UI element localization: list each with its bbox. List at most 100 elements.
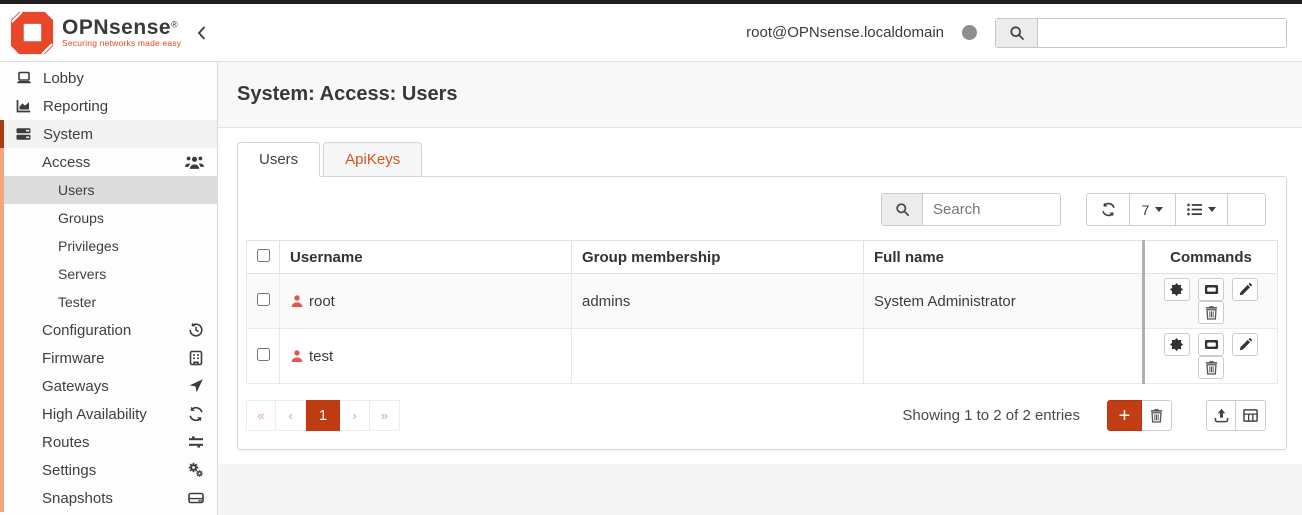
- sidebar-item-settings[interactable]: Settings: [0, 456, 217, 484]
- sidebar-item-firmware[interactable]: Firmware: [0, 344, 217, 372]
- row-checkbox[interactable]: [257, 348, 270, 361]
- registered-mark: ®: [171, 20, 178, 30]
- tab-users[interactable]: Users: [237, 142, 320, 177]
- certificate-button[interactable]: [1164, 333, 1190, 356]
- row-checkbox[interactable]: [257, 293, 270, 306]
- edit-button[interactable]: [1232, 333, 1258, 356]
- certificate-seal-icon: [1169, 337, 1184, 352]
- select-all-checkbox[interactable]: [257, 249, 270, 262]
- pencil-icon: [1238, 283, 1252, 297]
- user-icon: [290, 294, 304, 308]
- trash-icon: [1205, 360, 1218, 375]
- grid-footer: « ‹ 1 › » Showing 1 to 2 of 2 entries +: [238, 384, 1286, 449]
- footer-actions: Showing 1 to 2 of 2 entries +: [902, 400, 1266, 431]
- upload-button[interactable]: [1206, 400, 1236, 431]
- main-area: System: Access: Users Users ApiKeys: [218, 62, 1302, 515]
- hdd-icon: [188, 490, 204, 506]
- column-header-commands: Commands: [1144, 241, 1278, 274]
- routes-icon: [188, 434, 204, 450]
- certificate-button[interactable]: [1164, 278, 1190, 301]
- header-right: root@OPNsense.localdomain: [746, 18, 1287, 48]
- pagination-next-button[interactable]: ›: [340, 400, 370, 431]
- sidebar-item-high-availability[interactable]: High Availability: [0, 400, 217, 428]
- group-membership-cell: admins: [572, 274, 864, 329]
- sidebar-item-snapshots[interactable]: Snapshots: [0, 484, 217, 512]
- username-value: test: [309, 348, 333, 365]
- pagination-page-1-button[interactable]: 1: [306, 400, 340, 431]
- column-header-full-name[interactable]: Full name: [864, 241, 1144, 274]
- column-header-username[interactable]: Username: [280, 241, 572, 274]
- chart-area-icon: [15, 98, 32, 114]
- sidebar-item-lobby[interactable]: Lobby: [0, 64, 217, 92]
- history-icon: [188, 322, 204, 338]
- sidebar-item-gateways[interactable]: Gateways: [0, 372, 217, 400]
- page-size-value: 7: [1142, 202, 1150, 218]
- pagination-first-button[interactable]: «: [246, 400, 276, 431]
- row-select-cell: [247, 274, 280, 329]
- pagination-prev-button[interactable]: ‹: [276, 400, 306, 431]
- full-name-cell: [864, 329, 1144, 384]
- sidebar-item-users[interactable]: Users: [0, 176, 217, 204]
- trash-icon: [1150, 408, 1163, 423]
- sidebar-item-groups[interactable]: Groups: [0, 204, 217, 232]
- page-size-dropdown[interactable]: 7: [1130, 193, 1176, 226]
- sidebar-item-privileges[interactable]: Privileges: [0, 232, 217, 260]
- edit-button[interactable]: [1232, 278, 1258, 301]
- grid-search-input[interactable]: [923, 194, 1060, 225]
- page-header: System: Access: Users: [218, 62, 1302, 128]
- user-icon: [290, 349, 304, 363]
- column-selection-dropdown[interactable]: [1176, 193, 1228, 226]
- brand-name: OPNsense: [62, 16, 171, 39]
- plus-icon: +: [1119, 406, 1131, 426]
- table-row[interactable]: root admins System Administrator: [247, 274, 1278, 329]
- sidebar-item-label: System: [43, 126, 93, 143]
- api-key-button[interactable]: [1198, 278, 1224, 301]
- status-dot[interactable]: [962, 25, 977, 40]
- delete-button[interactable]: [1198, 301, 1224, 324]
- username-value: root: [309, 293, 335, 310]
- sidebar-item-routes[interactable]: Routes: [0, 428, 217, 456]
- global-search-button[interactable]: [996, 19, 1038, 47]
- sidebar-item-label: Groups: [58, 210, 104, 226]
- export-table-button[interactable]: [1236, 400, 1266, 431]
- brand-tagline: Securing networks made easy: [62, 39, 181, 48]
- table-row[interactable]: test: [247, 329, 1278, 384]
- username-cell: root: [280, 274, 572, 329]
- delete-selected-button[interactable]: [1142, 400, 1172, 431]
- sidebar-item-label: Firmware: [42, 350, 105, 367]
- tab-apikeys[interactable]: ApiKeys: [323, 142, 422, 177]
- logo-wordmark: OPNsense® Securing networks made easy: [62, 16, 181, 48]
- sidebar-item-label: Access: [42, 154, 90, 171]
- delete-button[interactable]: [1198, 356, 1224, 379]
- page-background-filler: [218, 464, 1302, 515]
- sidebar-item-label: Settings: [42, 462, 96, 479]
- select-all-cell: [247, 241, 280, 274]
- import-export-group: [1206, 400, 1266, 431]
- sidebar-item-system[interactable]: System: [0, 120, 217, 148]
- sidebar-collapse-button[interactable]: [197, 26, 206, 40]
- users-grid-panel: 7 Username: [237, 176, 1287, 450]
- upload-icon: [1214, 408, 1229, 423]
- laptop-icon: [15, 70, 33, 86]
- global-search-input[interactable]: [1038, 19, 1286, 47]
- refresh-button[interactable]: [1086, 193, 1130, 226]
- sidebar-item-label: Reporting: [43, 98, 108, 115]
- opnsense-logo-icon: [10, 11, 54, 55]
- location-arrow-icon: [188, 378, 204, 394]
- table-header-row: Username Group membership Full name Comm…: [247, 241, 1278, 274]
- pagination: « ‹ 1 › »: [246, 400, 400, 431]
- pagination-last-button[interactable]: »: [370, 400, 400, 431]
- column-header-group-membership[interactable]: Group membership: [572, 241, 864, 274]
- sidebar-item-reporting[interactable]: Reporting: [0, 92, 217, 120]
- api-key-button[interactable]: [1198, 333, 1224, 356]
- list-icon: [1187, 203, 1202, 216]
- sidebar-item-access[interactable]: Access: [0, 148, 217, 176]
- sidebar-item-configuration[interactable]: Configuration: [0, 316, 217, 344]
- sidebar-item-tester[interactable]: Tester: [0, 288, 217, 316]
- extra-toolbar-button[interactable]: [1228, 193, 1266, 226]
- sync-icon: [188, 406, 204, 422]
- add-user-button[interactable]: +: [1107, 400, 1142, 431]
- grid-search-button[interactable]: [882, 194, 923, 225]
- firmware-icon: [188, 350, 204, 366]
- sidebar-item-servers[interactable]: Servers: [0, 260, 217, 288]
